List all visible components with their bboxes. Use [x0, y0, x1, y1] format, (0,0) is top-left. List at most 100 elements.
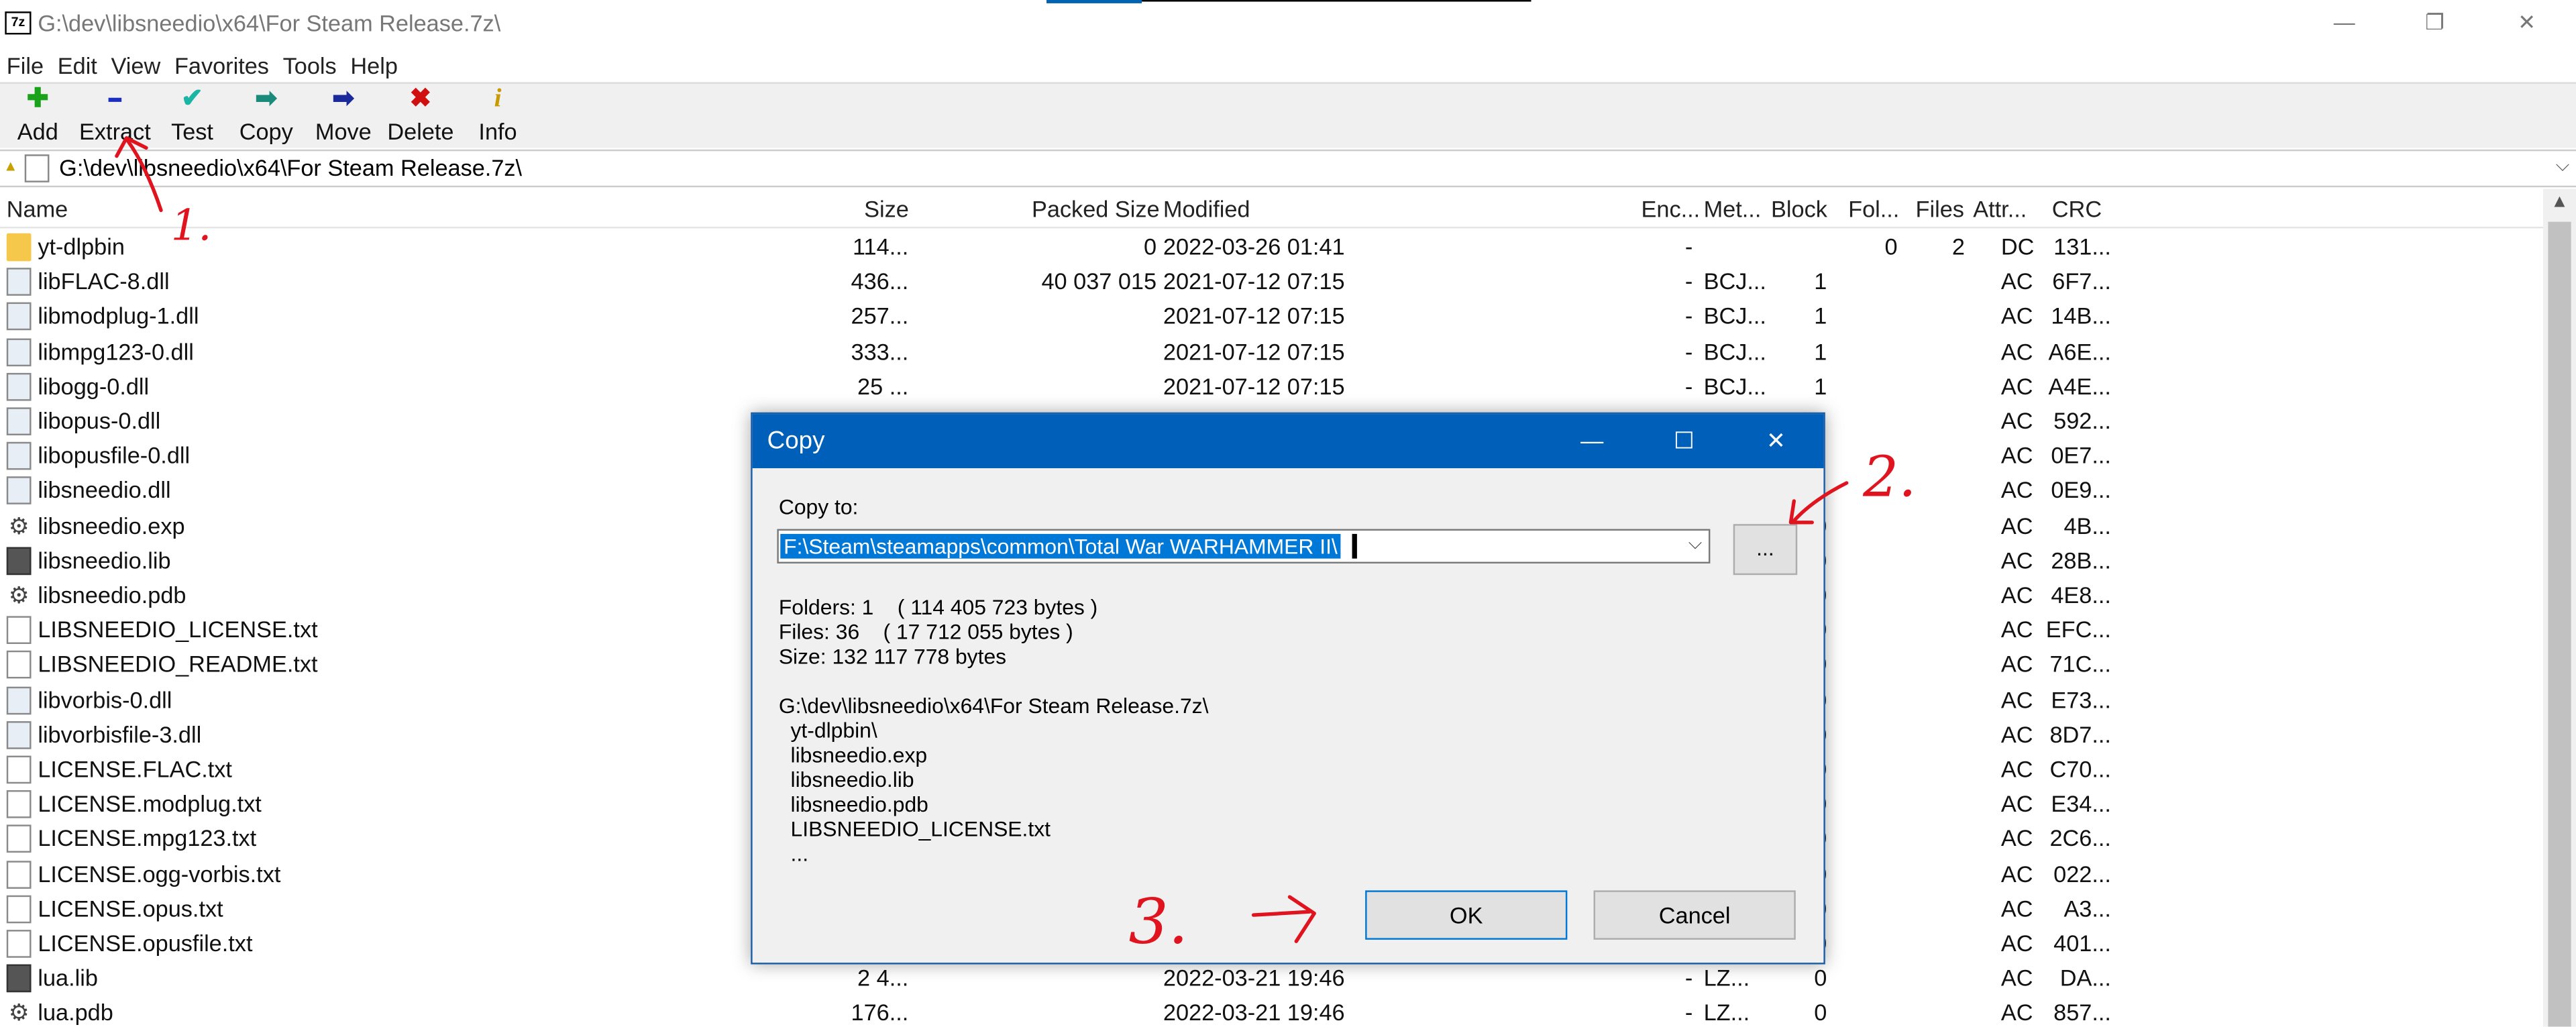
file-size: 176... — [851, 999, 909, 1026]
scroll-thumb[interactable] — [2548, 221, 2571, 1027]
col-files[interactable]: Files — [1916, 195, 1964, 221]
file-attributes: AC — [2000, 442, 2033, 469]
copy-info-line: Size: 132 117 778 bytes — [778, 644, 1007, 669]
dialog-minimize-button[interactable]: — — [1567, 424, 1616, 457]
address-path[interactable]: G:\dev\libsneedio\x64\For Steam Release.… — [59, 154, 522, 180]
menu-edit[interactable]: Edit — [58, 49, 97, 82]
move-button[interactable]: ➡ Move — [309, 84, 378, 150]
menu-view[interactable]: View — [111, 49, 161, 82]
dialog-maximize-button[interactable]: ☐ — [1659, 424, 1708, 457]
extract-button[interactable]: ━ Extract — [74, 84, 156, 150]
col-crc[interactable]: CRC — [2052, 195, 2102, 221]
restore-button[interactable]: ❐ — [2410, 7, 2459, 40]
copy-info-line: libsneedio.exp — [778, 742, 928, 767]
minimize-button[interactable]: — — [2320, 7, 2369, 40]
test-label: Test — [171, 118, 213, 145]
file-attributes: AC — [2000, 999, 2033, 1026]
file-crc: 131... — [2053, 233, 2111, 260]
col-attributes[interactable]: Attr... — [1973, 195, 2027, 221]
col-modified[interactable]: Modified — [1163, 195, 1250, 221]
test-button[interactable]: ✔ Test — [162, 84, 221, 150]
file-attributes: AC — [2000, 895, 2033, 922]
info-button[interactable]: i Info — [472, 84, 524, 150]
file-name: libvorbisfile-3.dll — [38, 720, 202, 747]
up-folder-icon[interactable]: ▲ — [3, 158, 18, 174]
file-packed-size: 40 037 015 — [1041, 268, 1157, 294]
file-crc: 401... — [2053, 930, 2111, 957]
file-encrypted: - — [1684, 965, 1693, 991]
file-crc: 28B... — [2051, 547, 2111, 574]
file-crc: 71C... — [2049, 651, 2111, 678]
file-attributes: AC — [2000, 268, 2033, 294]
file-name: libopus-0.dll — [38, 407, 161, 434]
dialog-title: Copy — [767, 427, 825, 455]
title-accent-line — [1142, 0, 1532, 2]
app-window: 7z G:\dev\libsneedio\x64\For Steam Relea… — [0, 0, 2576, 1027]
file-attributes: AC — [2000, 930, 2033, 957]
ok-button[interactable]: OK — [1365, 890, 1568, 940]
library-file-icon — [6, 965, 32, 993]
destination-combobox[interactable]: F:\Steam\steamapps\common\Total War WARH… — [777, 529, 1711, 564]
close-window-button[interactable]: ✕ — [2502, 7, 2551, 40]
col-size[interactable]: Size — [864, 195, 909, 221]
file-name: LICENSE.opus.txt — [38, 895, 223, 922]
file-attributes: AC — [2000, 755, 2033, 782]
add-label: Add — [17, 118, 58, 145]
col-block[interactable]: Block — [1771, 195, 1827, 221]
file-name: LICENSE.modplug.txt — [38, 790, 262, 817]
vertical-scrollbar[interactable]: ▲ — [2543, 188, 2576, 1027]
col-encrypted[interactable]: Enc... — [1642, 195, 1701, 221]
file-crc: 2C6... — [2049, 825, 2111, 852]
menu-tools[interactable]: Tools — [283, 49, 337, 82]
cancel-button[interactable]: Cancel — [1593, 890, 1796, 940]
file-row[interactable]: libFLAC-8.dll 436... 40 037 015 2021-07-12 … — [0, 265, 2543, 299]
file-attributes: AC — [2000, 686, 2033, 712]
move-arrow-icon: ➡ — [332, 85, 355, 113]
file-packed-size: 0 — [1144, 233, 1157, 260]
delete-label: Delete — [387, 118, 454, 145]
7zip-app-icon: 7z — [5, 11, 32, 35]
file-name: lua.lib — [38, 965, 98, 991]
file-encrypted: - — [1684, 372, 1693, 399]
copy-info-line: libsneedio.lib — [778, 767, 914, 792]
file-encrypted: - — [1684, 233, 1693, 260]
copy-button[interactable]: ➡ Copy — [233, 84, 299, 150]
file-method: BCJ... — [1703, 303, 1766, 329]
settings-file-icon: ⚙ — [8, 512, 30, 539]
chevron-down-icon[interactable]: ⌵ — [2556, 156, 2569, 178]
file-row[interactable]: libogg-0.dll 25 ... 2021-07-12 07:15 - BCJ..… — [0, 370, 2543, 404]
text-file-icon — [6, 616, 32, 645]
file-attributes: AC — [2000, 616, 2033, 643]
file-modified: 2021-07-12 07:15 — [1163, 337, 1345, 364]
scroll-up-arrow-icon[interactable]: ▲ — [2543, 193, 2576, 212]
file-row[interactable]: lua.lib 2 4... 2022-03-21 19:46 - LZ... 0 AC DA… — [0, 961, 2543, 995]
dialog-close-button[interactable]: ✕ — [1752, 424, 1801, 457]
chevron-down-icon[interactable]: ⌵ — [1688, 534, 1702, 555]
file-row[interactable]: yt-dlpbin 114... 0 2022-03-26 01:41-0 2 DC 131… — [0, 230, 2543, 264]
file-modified: 2021-07-12 07:15 — [1163, 303, 1345, 329]
col-folders[interactable]: Fol... — [1848, 195, 1899, 221]
file-row[interactable]: libmpg123-0.dll 333... 2021-07-12 07:15 - BC… — [0, 335, 2543, 369]
col-packed-size[interactable]: Packed Size — [1032, 195, 1160, 221]
browse-button[interactable]: ... — [1733, 524, 1798, 576]
menu-file[interactable]: File — [7, 49, 44, 82]
file-attributes: AC — [2000, 651, 2033, 678]
col-method[interactable]: Met... — [1704, 195, 1762, 221]
file-attributes: AC — [2000, 547, 2033, 574]
col-name[interactable]: Name — [7, 195, 68, 221]
destination-input[interactable]: F:\Steam\steamapps\common\Total War WARH… — [780, 533, 1341, 559]
menu-favorites[interactable]: Favorites — [174, 49, 269, 82]
delete-button[interactable]: ✖ Delete — [383, 84, 459, 150]
menu-help[interactable]: Help — [350, 49, 398, 82]
file-row[interactable]: libmodplug-1.dll 257... 2021-07-12 07:15 - B… — [0, 300, 2543, 334]
file-crc: 6F7... — [2052, 268, 2111, 294]
file-modified: 2021-07-12 07:15 — [1163, 268, 1345, 294]
file-name: libsneedio.pdb — [38, 581, 186, 608]
address-bar[interactable]: ▲ G:\dev\libsneedio\x64\For Steam Releas… — [0, 149, 2576, 188]
file-name: libvorbis-0.dll — [38, 686, 172, 712]
file-name: LICENSE.FLAC.txt — [38, 755, 232, 782]
add-button[interactable]: ✚ Add — [10, 84, 66, 150]
file-row[interactable]: ⚙ lua.pdb 176... 2022-03-21 19:46 - LZ... 0 AC 8… — [0, 996, 2543, 1027]
file-size: 25 ... — [857, 372, 909, 399]
info-label: Info — [478, 118, 517, 145]
